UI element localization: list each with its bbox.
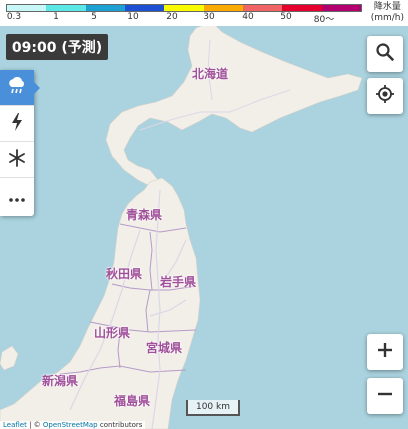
region-label-yamagata: 山形県 [94, 326, 131, 340]
search-icon [375, 42, 395, 66]
legend-label: 0.3 [6, 12, 22, 22]
more-dots-icon [9, 187, 25, 206]
legend-swatch [321, 5, 361, 11]
legend-unit-text: (mm/h) [370, 13, 404, 23]
scale-bar: 100 km [186, 400, 240, 416]
legend-swatch [85, 5, 125, 11]
legend-label: 1 [53, 12, 59, 22]
plus-icon [377, 342, 393, 362]
minus-icon [377, 386, 393, 406]
region-label-niigata: 新潟県 [42, 374, 79, 388]
legend-swatch [46, 5, 86, 11]
region-label-akita: 秋田県 [106, 267, 143, 281]
rain-cloud-icon [7, 76, 27, 99]
attribution-contributors: contributors [97, 421, 143, 429]
legend-swatch [242, 5, 283, 11]
attribution-separator: | © [26, 421, 43, 429]
legend-label: 80～ [313, 15, 335, 25]
more-button[interactable] [0, 178, 34, 214]
legend-title: 降水量 [373, 2, 401, 12]
legend-swatch [282, 5, 322, 11]
region-label-aomori: 青森県 [126, 208, 163, 222]
region-label-miyagi: 宮城県 [146, 341, 183, 355]
osm-link[interactable]: OpenStreetMap [43, 421, 98, 429]
legend-color-bar [6, 4, 362, 12]
locate-icon [375, 84, 395, 108]
legend-label: 40 [242, 12, 254, 22]
leaflet-link[interactable]: Leaflet [3, 421, 27, 429]
zoom-out-button[interactable] [367, 378, 403, 414]
locate-button[interactable] [367, 78, 403, 114]
lightning-layer-button[interactable] [0, 106, 34, 142]
legend-label: 20 [166, 12, 178, 22]
attribution: Leaflet | © OpenStreetMap contributors [0, 421, 146, 429]
legend-unit: 降水量 (mm/h) [371, 2, 404, 24]
region-label-fukushima: 福島県 [114, 394, 151, 408]
lightning-icon [10, 112, 24, 135]
region-label-hokkaido: 北海道 [192, 67, 229, 81]
legend-swatch [164, 5, 204, 11]
region-label-iwate: 岩手県 [160, 275, 197, 289]
forecast-time-badge[interactable]: 09:00 (予測) [6, 34, 108, 60]
rain-layer-button[interactable] [0, 70, 40, 106]
legend-swatch [124, 5, 165, 11]
search-button[interactable] [367, 36, 403, 72]
snow-layer-button[interactable] [0, 142, 34, 178]
zoom-in-button[interactable] [367, 334, 403, 370]
legend-label: 30 [203, 12, 215, 22]
legend-swatch [7, 5, 47, 11]
legend-label: 5 [91, 12, 97, 22]
legend-label: 50 [280, 12, 292, 22]
legend-label: 10 [127, 12, 139, 22]
legend-swatch [203, 5, 243, 11]
precipitation-legend: 0.3 1 5 10 20 30 40 50 80～ 降水量 (mm/h) [0, 0, 408, 26]
layer-menu [0, 70, 40, 216]
snowflake-icon [8, 148, 26, 171]
